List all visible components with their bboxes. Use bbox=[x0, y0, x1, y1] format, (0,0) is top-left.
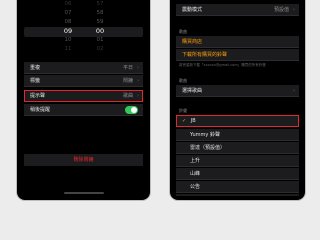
ringtones-section-header: 鈴聲 bbox=[179, 108, 187, 113]
hour-wheel[interactable]: 06 07 08 09 10 11 bbox=[58, 0, 78, 54]
label-value: 鬧鐘 bbox=[122, 78, 133, 84]
hour-selected[interactable]: 09 bbox=[58, 27, 78, 36]
hour-option[interactable]: 07 bbox=[58, 9, 78, 18]
ringtone-row-selected[interactable]: ✓ JB bbox=[176, 115, 299, 127]
tone-store-link[interactable]: 購買商店 bbox=[176, 36, 299, 48]
hour-option[interactable]: 11 bbox=[58, 45, 78, 54]
store-section-header: 歌曲 bbox=[179, 29, 187, 34]
minute-option[interactable]: 01 bbox=[90, 36, 110, 45]
home-indicator bbox=[63, 192, 104, 194]
chevron-right-icon: › bbox=[137, 65, 139, 71]
ringtone-row[interactable]: 水晶 bbox=[176, 194, 299, 196]
chevron-right-icon: › bbox=[293, 88, 295, 94]
songs-section-header: 歌曲 bbox=[179, 78, 187, 83]
repeat-label: 重複 bbox=[30, 65, 41, 71]
checkmark-icon: ✓ bbox=[182, 118, 187, 124]
pick-song-row[interactable]: 選擇歌曲 › bbox=[176, 85, 299, 97]
chevron-right-icon: › bbox=[137, 78, 139, 84]
minute-option[interactable]: 58 bbox=[90, 9, 110, 18]
hour-option[interactable]: 06 bbox=[58, 0, 78, 9]
delete-alarm-button[interactable]: 刪除鬧鐘 bbox=[24, 154, 143, 166]
repeat-value: 平日 bbox=[122, 65, 133, 71]
ringtone-label: 上升 bbox=[190, 158, 201, 164]
sound-row[interactable]: 提示聲 歌曲 › bbox=[24, 90, 143, 102]
repeat-row[interactable]: 重複 平日 › bbox=[24, 62, 143, 74]
vibration-value: 預設值 bbox=[273, 7, 289, 13]
left-phone: 06 07 08 09 10 11 57 58 59 00 01 02 重複 平… bbox=[17, 0, 150, 200]
sound-picker-screen: 震動模式 預設值 › 歌曲 購買商店 下載所有購買的鈴聲 將會重新下載「xxxx… bbox=[173, 0, 302, 196]
vibration-label: 震動模式 bbox=[182, 7, 203, 13]
ringtone-label: Yummy 鈴聲 bbox=[190, 132, 220, 138]
ringtone-row[interactable]: 上升 bbox=[176, 155, 299, 167]
ringtone-label: 山峰 bbox=[190, 171, 201, 177]
vibration-row[interactable]: 震動模式 預設值 › bbox=[176, 4, 299, 16]
ringtone-row[interactable]: Yummy 鈴聲 bbox=[176, 129, 299, 141]
download-all-link[interactable]: 下載所有購買的鈴聲 bbox=[176, 49, 299, 61]
ringtone-row[interactable]: 山峰 bbox=[176, 168, 299, 180]
snooze-toggle[interactable] bbox=[125, 106, 138, 114]
hour-option[interactable]: 10 bbox=[58, 36, 78, 45]
right-phone: 震動模式 預設值 › 歌曲 購買商店 下載所有購買的鈴聲 將會重新下載「xxxx… bbox=[170, 0, 305, 200]
alarm-edit-screen: 06 07 08 09 10 11 57 58 59 00 01 02 重複 平… bbox=[20, 0, 147, 196]
label-row[interactable]: 標籤 鬧鐘 › bbox=[24, 75, 143, 87]
minute-selected[interactable]: 00 bbox=[90, 27, 110, 36]
minute-option[interactable]: 57 bbox=[90, 0, 110, 9]
hour-option[interactable]: 08 bbox=[58, 18, 78, 27]
snooze-label: 稍後提醒 bbox=[30, 107, 51, 113]
ringtone-label: 雷達（預設值） bbox=[190, 145, 226, 151]
ringtone-label: JB bbox=[190, 118, 196, 124]
pick-song-label: 選擇歌曲 bbox=[182, 88, 203, 94]
picker-selection-band bbox=[24, 27, 143, 37]
download-note: 將會重新下載「xxxxxx@gmail.com」購買的所有鈴聲 bbox=[179, 63, 266, 67]
minute-wheel[interactable]: 57 58 59 00 01 02 bbox=[90, 0, 110, 54]
ringtone-row[interactable]: 公告 bbox=[176, 181, 299, 193]
snooze-row: 稍後提醒 bbox=[24, 104, 143, 116]
label-label: 標籤 bbox=[30, 78, 41, 84]
chevron-right-icon: › bbox=[293, 7, 295, 13]
ringtone-row[interactable]: 雷達（預設值） bbox=[176, 142, 299, 154]
minute-option[interactable]: 02 bbox=[90, 45, 110, 54]
sound-label: 提示聲 bbox=[30, 93, 46, 99]
minute-option[interactable]: 59 bbox=[90, 18, 110, 27]
ringtone-label: 公告 bbox=[190, 184, 201, 190]
time-picker[interactable]: 06 07 08 09 10 11 57 58 59 00 01 02 bbox=[20, 0, 147, 56]
sound-value: 歌曲 bbox=[122, 93, 133, 99]
chevron-right-icon: › bbox=[137, 93, 139, 99]
